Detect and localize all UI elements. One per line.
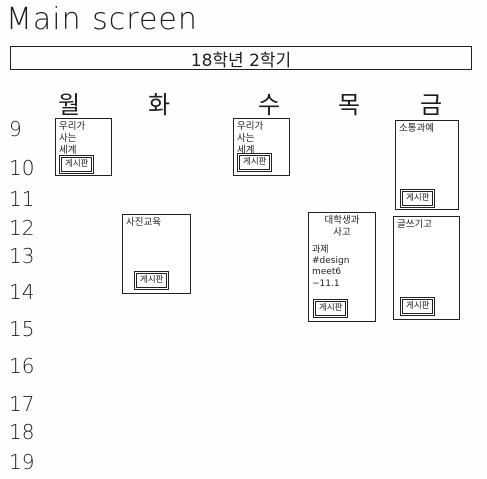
hour-label-19: 19	[9, 450, 35, 474]
hour-label-15: 15	[9, 317, 35, 341]
course-name: 사진교육	[126, 217, 161, 228]
course-name: 우리가 사는 세계	[237, 121, 264, 156]
app-title: Main screen	[6, 2, 198, 37]
board-button[interactable]: 게시판	[133, 271, 170, 290]
course-card[interactable]: 우리가 사는 세계 게시판	[233, 118, 290, 176]
board-button[interactable]: 게시판	[399, 297, 436, 316]
course-name: 소통과예	[399, 123, 434, 134]
hour-label-16: 16	[9, 354, 35, 378]
hour-label-10: 10	[9, 156, 35, 180]
course-name: 글쓰기고	[397, 219, 432, 230]
day-header-wed: 수	[258, 91, 281, 119]
hour-label-14: 14	[9, 280, 35, 304]
course-card[interactable]: 대학생과 사고 과제 #design meet6 ~11.1 게시판	[308, 212, 376, 322]
course-card[interactable]: 사진교육 게시판	[122, 214, 191, 294]
board-button[interactable]: 게시판	[312, 299, 349, 318]
hour-label-9: 9	[9, 117, 22, 141]
day-header-fri: 금	[420, 91, 443, 119]
hour-label-13: 13	[9, 244, 35, 268]
semester-bar[interactable]: 18학년 2학기	[10, 46, 472, 71]
course-name: 우리가 사는 세계	[59, 121, 86, 156]
hour-label-12: 12	[9, 216, 35, 240]
board-button[interactable]: 게시판	[236, 153, 273, 172]
day-header-mon: 월	[58, 91, 81, 119]
course-note: 과제 #design meet6 ~11.1	[312, 244, 350, 289]
board-button[interactable]: 게시판	[58, 155, 95, 174]
hour-label-17: 17	[9, 392, 35, 416]
board-button[interactable]: 게시판	[399, 189, 436, 208]
day-header-tue: 화	[148, 91, 171, 119]
course-name: 대학생과 사고	[324, 215, 360, 238]
course-card[interactable]: 우리가 사는 세계 게시판	[55, 118, 112, 176]
hour-label-18: 18	[9, 420, 35, 444]
hour-label-11: 11	[9, 187, 35, 211]
course-card[interactable]: 소통과예 게시판	[395, 120, 459, 210]
course-card[interactable]: 글쓰기고 게시판	[393, 216, 460, 320]
day-header-thu: 목	[338, 91, 361, 119]
